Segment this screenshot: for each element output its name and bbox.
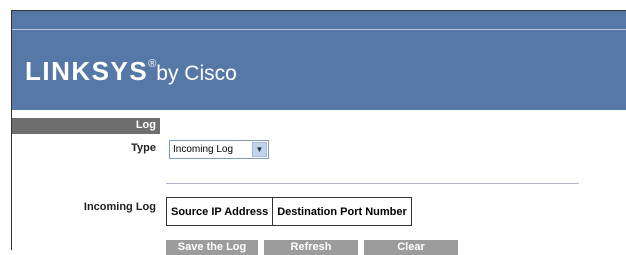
incoming-log-label: Incoming Log xyxy=(83,201,156,213)
header-divider xyxy=(12,29,626,30)
by-cisco-text: by Cisco xyxy=(156,62,237,85)
router-admin-frame: LINKSYS®by Cisco Log Type Incoming Log I… xyxy=(11,10,626,255)
main-content: Incoming Log ▼ Source IP Address Destina… xyxy=(160,110,626,255)
type-label: Type xyxy=(131,142,156,154)
chevron-down-icon[interactable]: ▼ xyxy=(252,142,267,157)
brand-logo: LINKSYS®by Cisco xyxy=(25,56,237,87)
column-header-source-ip: Source IP Address xyxy=(165,197,274,226)
section-divider xyxy=(166,183,579,184)
logo-text: LINKSYS xyxy=(25,56,149,86)
header-banner: LINKSYS®by Cisco xyxy=(12,11,626,110)
sidebar: Log Type Incoming Log xyxy=(12,110,160,251)
column-header-destination-port: Destination Port Number xyxy=(272,197,412,226)
clear-button[interactable]: Clear xyxy=(364,240,458,255)
section-title-log: Log xyxy=(135,119,156,131)
registered-mark: ® xyxy=(148,58,157,70)
refresh-button[interactable]: Refresh xyxy=(264,240,358,255)
incoming-log-table: Source IP Address Destination Port Numbe… xyxy=(165,197,412,226)
log-type-select[interactable]: Incoming Log ▼ xyxy=(169,140,269,159)
table-header-row: Source IP Address Destination Port Numbe… xyxy=(165,197,412,226)
save-log-button[interactable]: Save the Log xyxy=(166,240,258,255)
log-type-selected-value: Incoming Log xyxy=(173,144,234,155)
